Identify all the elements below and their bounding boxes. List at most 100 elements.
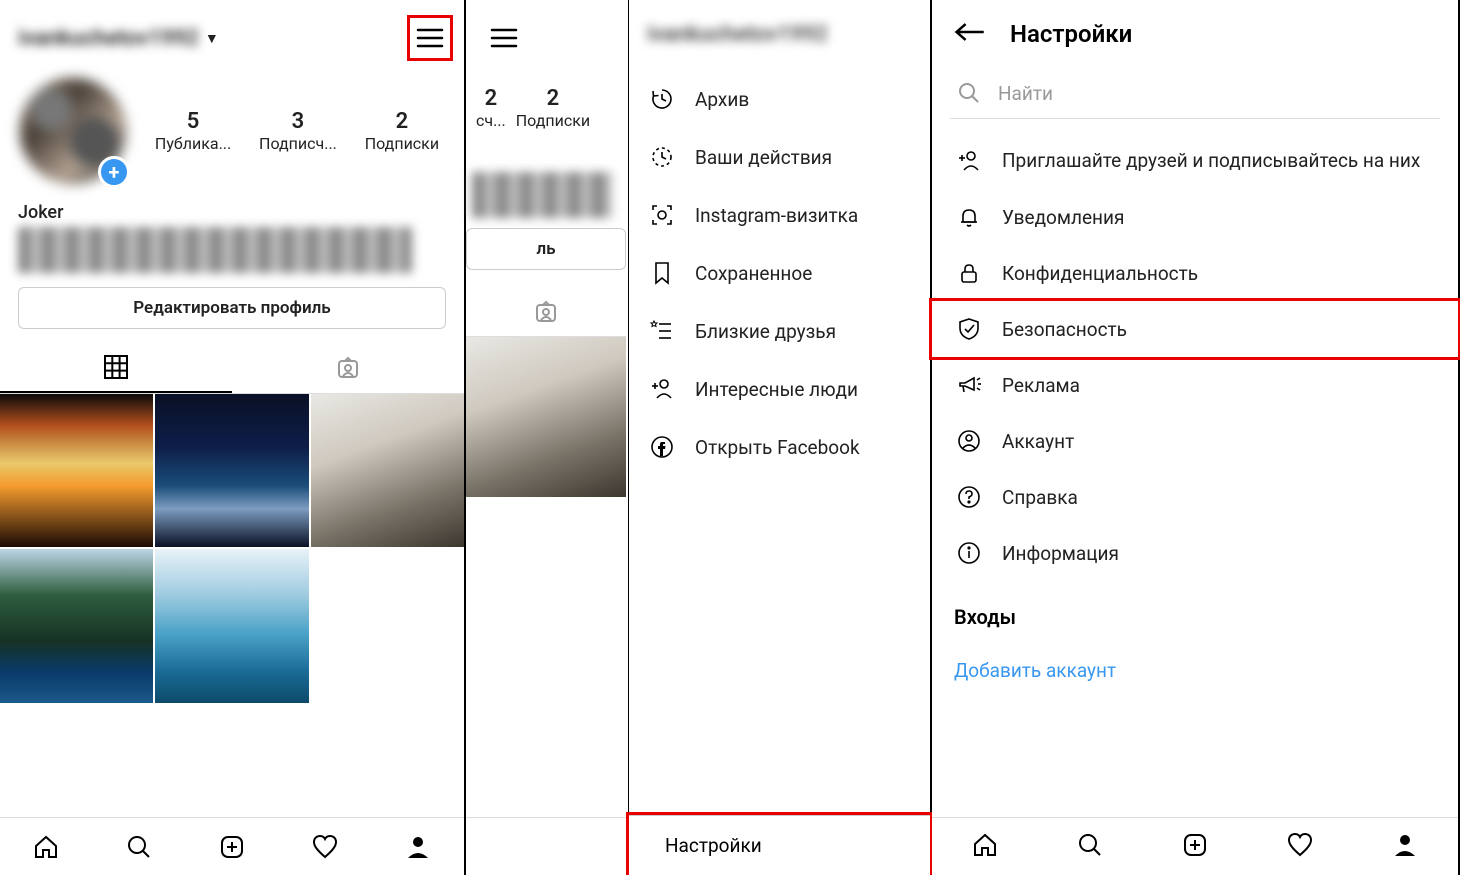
person-circle-icon [954, 428, 984, 454]
display-name: Joker [18, 202, 446, 223]
settings-item-notifications[interactable]: Уведомления [932, 189, 1458, 245]
username-text: ivankuchetov1992 [18, 26, 199, 51]
post-thumb[interactable] [466, 337, 626, 497]
question-icon [954, 484, 984, 510]
settings-item-about[interactable]: Информация [932, 525, 1458, 581]
menu-item-facebook[interactable]: Открыть Facebook [629, 418, 930, 476]
profile-info-row: + 5 Публика... 3 Подписч... 2 Подписки [0, 68, 464, 194]
hamburger-menu-button[interactable] [484, 18, 524, 58]
hamburger-menu-button[interactable] [410, 18, 450, 58]
profile-with-menu-screen: 2 сч... 2 Подписки ль [466, 0, 932, 875]
add-account-link[interactable]: Добавить аккаунт [932, 639, 1458, 702]
settings-item-invite[interactable]: Приглашайте друзей и подписывайтесь на н… [932, 133, 1458, 189]
settings-item-help[interactable]: Справка [932, 469, 1458, 525]
username-dropdown[interactable]: ivankuchetov1992 ▼ [18, 26, 219, 51]
post-thumb[interactable] [0, 394, 153, 547]
profile-icon [404, 833, 432, 861]
menu-item-label: Настройки [665, 834, 762, 857]
nav-profile[interactable] [1391, 831, 1419, 863]
stat-followers[interactable]: 3 Подписч... [259, 109, 337, 153]
grid-icon [102, 353, 130, 381]
menu-item-label: Близкие друзья [695, 320, 836, 343]
hamburger-icon [416, 27, 444, 49]
settings-item-account[interactable]: Аккаунт [932, 413, 1458, 469]
bottom-nav [932, 817, 1458, 875]
scan-icon [647, 202, 677, 228]
side-menu: ivankuchetov1992 Архив Ваши действия Ins… [628, 0, 930, 875]
settings-item-ads[interactable]: Реклама [932, 357, 1458, 413]
profile-header-partial [466, 0, 630, 68]
posts-grid-partial [466, 337, 626, 497]
nav-activity[interactable] [1286, 831, 1314, 863]
settings-list: Приглашайте друзей и подписывайтесь на н… [932, 131, 1458, 583]
tagged-icon [334, 354, 362, 382]
settings-search[interactable]: Найти [950, 68, 1440, 119]
home-icon [32, 833, 60, 861]
bookmark-icon [647, 260, 677, 286]
posts-grid [0, 394, 464, 703]
menu-item-activity[interactable]: Ваши действия [629, 128, 930, 186]
arrow-left-icon [952, 20, 986, 44]
settings-item-security[interactable]: Безопасность [932, 301, 1458, 357]
bottom-nav [0, 817, 464, 875]
settings-item-privacy[interactable]: Конфиденциальность [932, 245, 1458, 301]
nav-search[interactable] [1076, 831, 1104, 863]
settings-item-label: Информация [1002, 542, 1119, 565]
settings-item-label: Аккаунт [1002, 430, 1074, 453]
stat-followers-partial[interactable]: 2 сч... [476, 86, 506, 130]
nav-activity[interactable] [309, 831, 341, 863]
search-icon [1076, 831, 1104, 859]
profile-screen: ivankuchetov1992 ▼ + 5 Публика... 3 Подп… [0, 0, 466, 875]
nav-add[interactable] [1181, 831, 1209, 863]
avatar[interactable]: + [18, 76, 128, 186]
nav-profile[interactable] [402, 831, 434, 863]
settings-item-label: Реклама [1002, 374, 1080, 397]
menu-item-discover[interactable]: Интересные люди [629, 360, 930, 418]
menu-item-label: Архив [695, 88, 749, 111]
post-thumb[interactable] [155, 549, 308, 702]
home-icon [971, 831, 999, 859]
menu-item-label: Открыть Facebook [695, 436, 860, 459]
menu-item-archive[interactable]: Архив [629, 70, 930, 128]
menu-item-label: Интересные люди [695, 378, 858, 401]
settings-item-label: Справка [1002, 486, 1078, 509]
menu-item-close-friends[interactable]: Близкие друзья [629, 302, 930, 360]
back-button[interactable] [952, 20, 986, 48]
tab-tagged[interactable] [466, 288, 626, 336]
stat-posts[interactable]: 5 Публика... [155, 109, 231, 153]
nav-search[interactable] [123, 831, 155, 863]
add-person-icon [647, 376, 677, 402]
stat-following-partial[interactable]: 2 Подписки [516, 86, 590, 130]
shield-check-icon [954, 316, 984, 342]
menu-item-nametag[interactable]: Instagram-визитка [629, 186, 930, 244]
post-thumb[interactable] [0, 549, 153, 702]
settings-item-label: Приглашайте друзей и подписывайтесь на н… [1002, 149, 1420, 174]
logins-section-header: Входы [932, 583, 1458, 639]
nav-home[interactable] [30, 831, 62, 863]
edit-profile-button[interactable]: Редактировать профиль [18, 287, 446, 329]
menu-username: ivankuchetov1992 [647, 22, 920, 47]
bottom-nav-partial [466, 817, 630, 875]
menu-item-settings[interactable]: Настройки [629, 815, 930, 875]
edit-profile-button-partial[interactable]: ль [466, 228, 626, 270]
tab-tagged[interactable] [232, 343, 464, 393]
heart-icon [311, 833, 339, 861]
menu-item-label: Instagram-визитка [695, 204, 858, 227]
post-thumb-empty [311, 549, 464, 702]
settings-header: Настройки [932, 0, 1458, 64]
tab-grid[interactable] [0, 343, 232, 393]
search-icon [125, 833, 153, 861]
heart-icon [1286, 831, 1314, 859]
menu-item-saved[interactable]: Сохраненное [629, 244, 930, 302]
nav-add[interactable] [216, 831, 248, 863]
menu-item-label: Сохраненное [695, 262, 812, 285]
nav-home[interactable] [971, 831, 999, 863]
post-thumb[interactable] [155, 394, 308, 547]
settings-item-label: Уведомления [1002, 206, 1124, 229]
settings-screen: Настройки Найти Приглашайте друзей и под… [932, 0, 1460, 875]
settings-item-label: Конфиденциальность [1002, 262, 1198, 285]
post-thumb[interactable] [311, 394, 464, 547]
add-story-badge[interactable]: + [98, 156, 130, 188]
stat-following[interactable]: 2 Подписки [365, 109, 439, 153]
hamburger-icon [490, 27, 518, 49]
